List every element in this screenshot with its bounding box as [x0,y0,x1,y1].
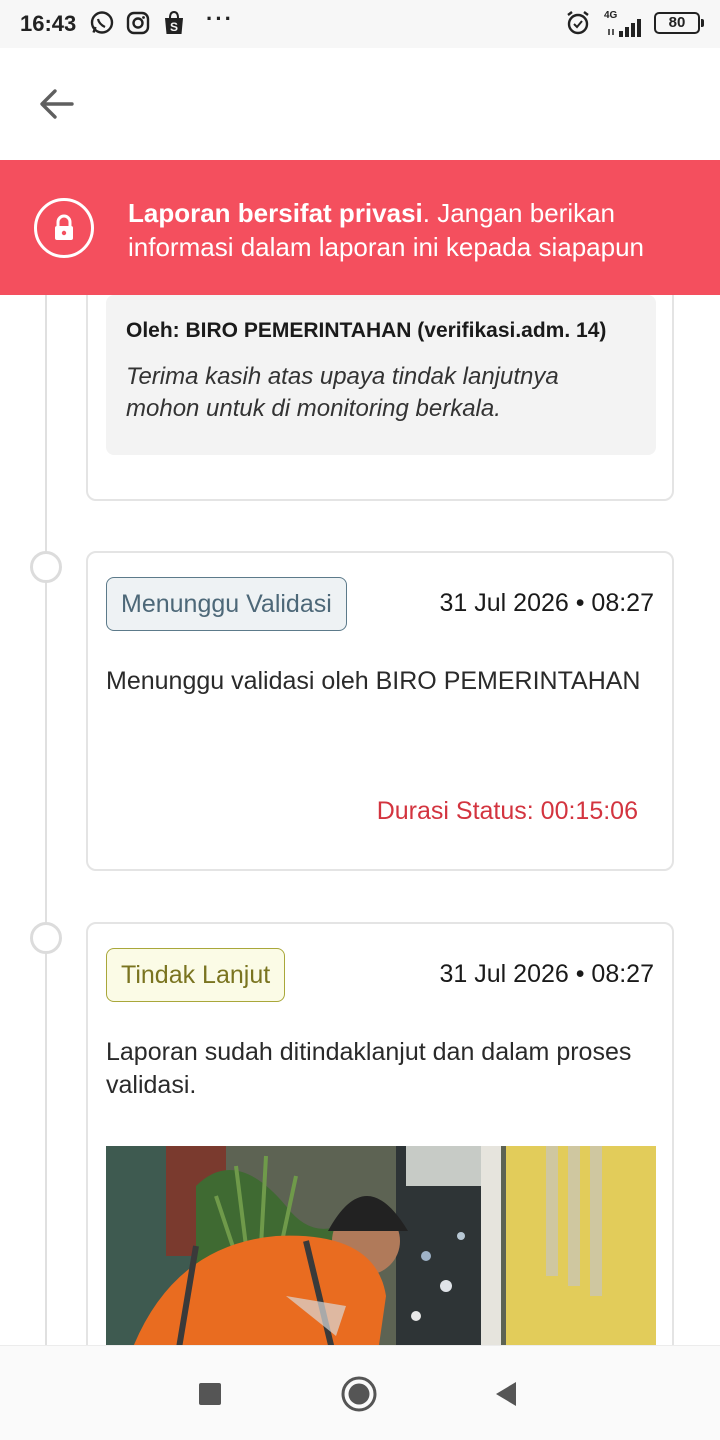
status-date: 31 Jul 2026 • 08:27 [439,589,654,617]
status-badge: Menunggu Validasi [106,577,347,631]
status-time: 16:43 [20,11,77,36]
timeline-card-comment: Oleh: BIRO PEMERINTAHAN (verifikasi.adm.… [86,295,674,501]
timeline-dot [30,922,62,954]
privacy-banner-title: Laporan bersifat privasi [128,198,423,228]
nav-back-button[interactable] [486,1374,526,1414]
status-date: 31 Jul 2026 • 08:27 [439,960,654,988]
timeline-line [45,295,47,1345]
status-bar: 16:43 S ··· 4G 80 [0,0,720,48]
timeline-dot [30,551,62,583]
status-duration: Durasi Status: 00:15:06 [376,797,638,825]
privacy-banner: Laporan bersifat privasi. Jangan berikan… [0,160,720,295]
back-triangle-icon [496,1382,516,1406]
lock-icon [34,198,94,258]
privacy-banner-text: Laporan bersifat privasi. Jangan berikan… [128,196,703,264]
app-bar [0,48,720,160]
timeline-list[interactable]: Oleh: BIRO PEMERINTAHAN (verifikasi.adm.… [0,295,720,1345]
instagram-icon [124,10,152,36]
home-circle-icon [341,1376,377,1412]
shopee-icon: S [160,10,188,36]
comment-box: Oleh: BIRO PEMERINTAHAN (verifikasi.adm.… [106,295,656,455]
status-description: Menunggu validasi oleh BIRO PEMERINTAHAN [106,667,641,695]
recents-button[interactable] [190,1374,230,1414]
evidence-photo[interactable] [106,1146,656,1345]
back-button[interactable] [28,80,84,128]
status-description: Laporan sudah ditindaklanjut dan dalam p… [106,1038,632,1099]
recents-square-icon [199,1383,221,1405]
arrow-left-icon [40,89,74,119]
comment-author: Oleh: BIRO PEMERINTAHAN (verifikasi.adm.… [126,319,607,342]
home-button[interactable] [339,1374,379,1414]
battery-icon: 80 [654,12,704,34]
whatsapp-icon [88,10,116,36]
signal-icon [606,14,646,40]
status-badge: Tindak Lanjut [106,948,286,1002]
system-nav-bar [0,1345,720,1440]
more-notifications-indicator: ··· [206,6,234,31]
timeline-card-tindak-lanjut: Tindak Lanjut 31 Jul 2026 • 08:27 Lapora… [86,922,674,1345]
comment-text: Terima kasih atas upaya tindak lanjutnya… [126,363,559,422]
svg-text:S: S [170,20,178,34]
alarm-icon [564,10,592,36]
timeline-card-menunggu-validasi: Menunggu Validasi 31 Jul 2026 • 08:27 Me… [86,551,674,871]
